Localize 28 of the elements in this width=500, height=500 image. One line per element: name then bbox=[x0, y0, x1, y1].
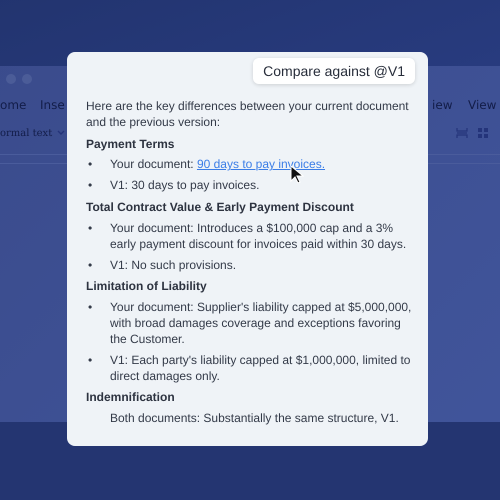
grid-icon[interactable] bbox=[478, 128, 488, 138]
style-dropdown[interactable]: ormal text bbox=[0, 126, 52, 140]
bullet-mark: • bbox=[88, 258, 92, 272]
list-item-text: Your document: Supplier's liability capped at $5,000,000, with broad damages coverage and exceptions favoring the Customer. bbox=[110, 300, 412, 348]
bullet-mark: • bbox=[88, 352, 92, 367]
prompt-chip: Compare against @V1 bbox=[253, 58, 415, 84]
bullet-mark: • bbox=[88, 300, 92, 314]
list-item-text: V1: No such provisions. bbox=[110, 258, 236, 274]
list-item-text: Your document: Introduces a $100,000 cap and a 3% early payment discount for invoices paid within 30 days. bbox=[110, 220, 408, 253]
bullet-mark: • bbox=[88, 220, 92, 235]
chevron-icon bbox=[57, 130, 66, 136]
section-heading: Indemnification bbox=[86, 390, 176, 406]
list-item-text: V1: 30 days to pay invoices. bbox=[110, 178, 260, 194]
menu-item[interactable]: Inse bbox=[40, 96, 65, 114]
list-item-text: Both documents: Substantially the same structure, V1. bbox=[110, 411, 399, 428]
bullet-mark: • bbox=[88, 178, 92, 192]
section-heading: Limitation of Liability bbox=[86, 279, 208, 296]
link[interactable]: 90 days to pay invoices. bbox=[196, 157, 326, 172]
menu-item[interactable]: iew bbox=[432, 96, 453, 114]
list-item-text: Your document: 90 days to pay invoices. bbox=[110, 157, 326, 174]
section-heading: Total Contract Value & Early Payment Discount bbox=[86, 200, 355, 216]
list-item-text: V1: Each party's liability capped at $1,000,000, limited to direct damages only. bbox=[110, 352, 412, 384]
bullet-mark: • bbox=[88, 157, 92, 172]
page-break-icon[interactable] bbox=[456, 127, 468, 139]
menu-item[interactable]: View bbox=[468, 96, 496, 114]
menu-item[interactable]: ome bbox=[0, 96, 26, 114]
intro-text: Here are the key differences between your current document and the previous version: bbox=[86, 99, 410, 131]
section-heading: Payment Terms bbox=[86, 136, 176, 152]
